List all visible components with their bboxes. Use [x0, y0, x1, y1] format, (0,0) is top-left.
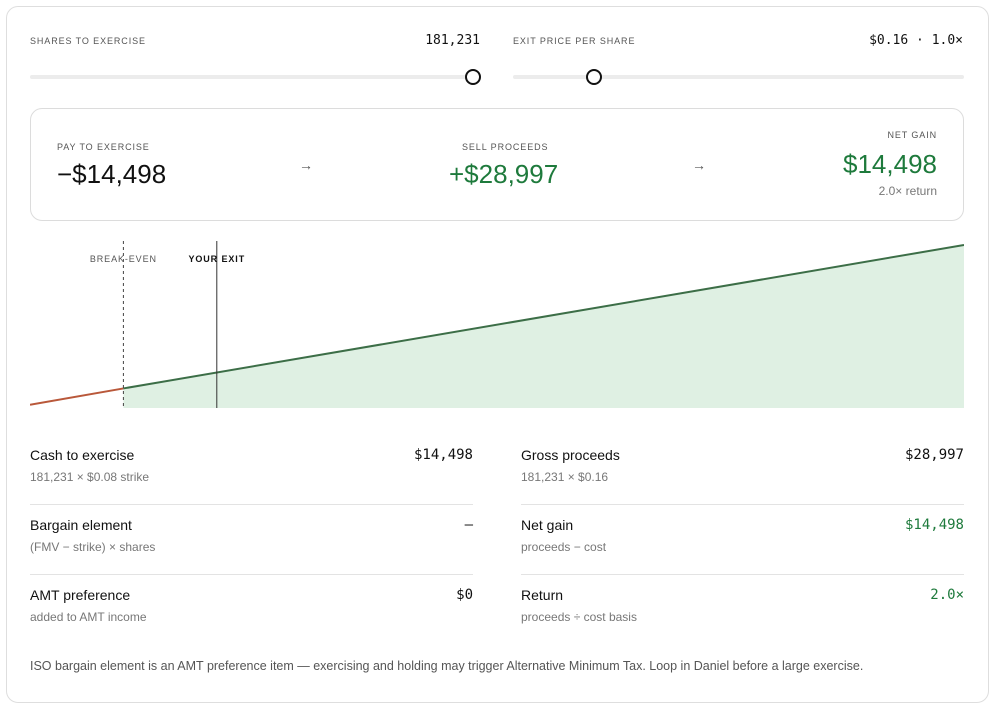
your-exit-label: YOUR EXIT [188, 254, 245, 264]
exit-price-slider-label: EXIT PRICE PER SHARE [513, 36, 636, 46]
detail-row-title: Net gain [521, 517, 574, 533]
detail-row-subtitle: (FMV − strike) × shares [30, 540, 156, 554]
detail-row: AMT preference added to AMT income $0 [30, 575, 473, 645]
summary-box: PAY TO EXERCISE −$14,498 → SELL PROCEEDS… [30, 108, 964, 221]
detail-row-title: Bargain element [30, 517, 132, 533]
net-gain-value: $14,498 [843, 149, 937, 179]
detail-row-value: $28,997 [904, 447, 964, 463]
detail-row-value: $14,498 [904, 517, 964, 533]
detail-row-subtitle: proceeds ÷ cost basis [521, 610, 637, 624]
pay-to-exercise-value: −$14,498 [57, 159, 167, 189]
exit-price-slider-value: $0.16 · 1.0× [869, 33, 963, 48]
shares-slider-value: 181,231 [425, 33, 480, 48]
shares-slider-thumb[interactable] [465, 69, 481, 85]
return-multiple: 2.0× return [878, 184, 937, 198]
detail-row-value: $14,498 [413, 447, 473, 463]
detail-row: Bargain element (FMV − strike) × shares — [30, 505, 473, 575]
detail-row-value: $0 [456, 587, 473, 603]
detail-row: Cash to exercise 181,231 × $0.08 strike $1… [30, 435, 473, 505]
detail-row: Gross proceeds 181,231 × $0.16 $28,997 [521, 435, 964, 505]
detail-row-subtitle: 181,231 × $0.08 strike [30, 470, 150, 484]
payoff-chart: BREAK-EVEN YOUR EXIT [30, 241, 964, 408]
profit-area [123, 245, 964, 408]
loss-line [30, 387, 124, 406]
detail-row-title: Gross proceeds [521, 447, 620, 463]
shares-slider-label: SHARES TO EXERCISE [30, 36, 146, 46]
net-gain-label: NET GAIN [887, 130, 937, 140]
detail-row-value: 2.0× [930, 587, 964, 603]
break-even-label: BREAK-EVEN [90, 254, 157, 264]
detail-row-value: — [464, 517, 473, 533]
detail-row: Return proceeds ÷ cost basis 2.0× [521, 575, 964, 645]
sell-proceeds-value: +$28,997 [449, 159, 559, 189]
arrow-right-icon: → [692, 157, 706, 173]
detail-row-subtitle: added to AMT income [30, 610, 147, 624]
shares-slider-track[interactable] [30, 75, 473, 79]
pay-to-exercise-label: PAY TO EXERCISE [57, 142, 150, 152]
arrow-right-icon: → [299, 157, 313, 173]
detail-row-title: Return [521, 587, 564, 603]
detail-row-title: Cash to exercise [30, 447, 135, 463]
detail-row-subtitle: 181,231 × $0.16 [521, 470, 609, 484]
exit-price-slider-thumb[interactable] [586, 69, 602, 85]
sell-proceeds-label: SELL PROCEEDS [462, 142, 549, 152]
detail-row-title: AMT preference [30, 587, 131, 603]
exit-price-slider-track[interactable] [513, 75, 964, 79]
detail-row: Net gain proceeds − cost $14,498 [521, 505, 964, 575]
detail-row-subtitle: proceeds − cost [521, 540, 607, 554]
amt-footnote: ISO bargain element is an AMT preference… [30, 659, 864, 673]
